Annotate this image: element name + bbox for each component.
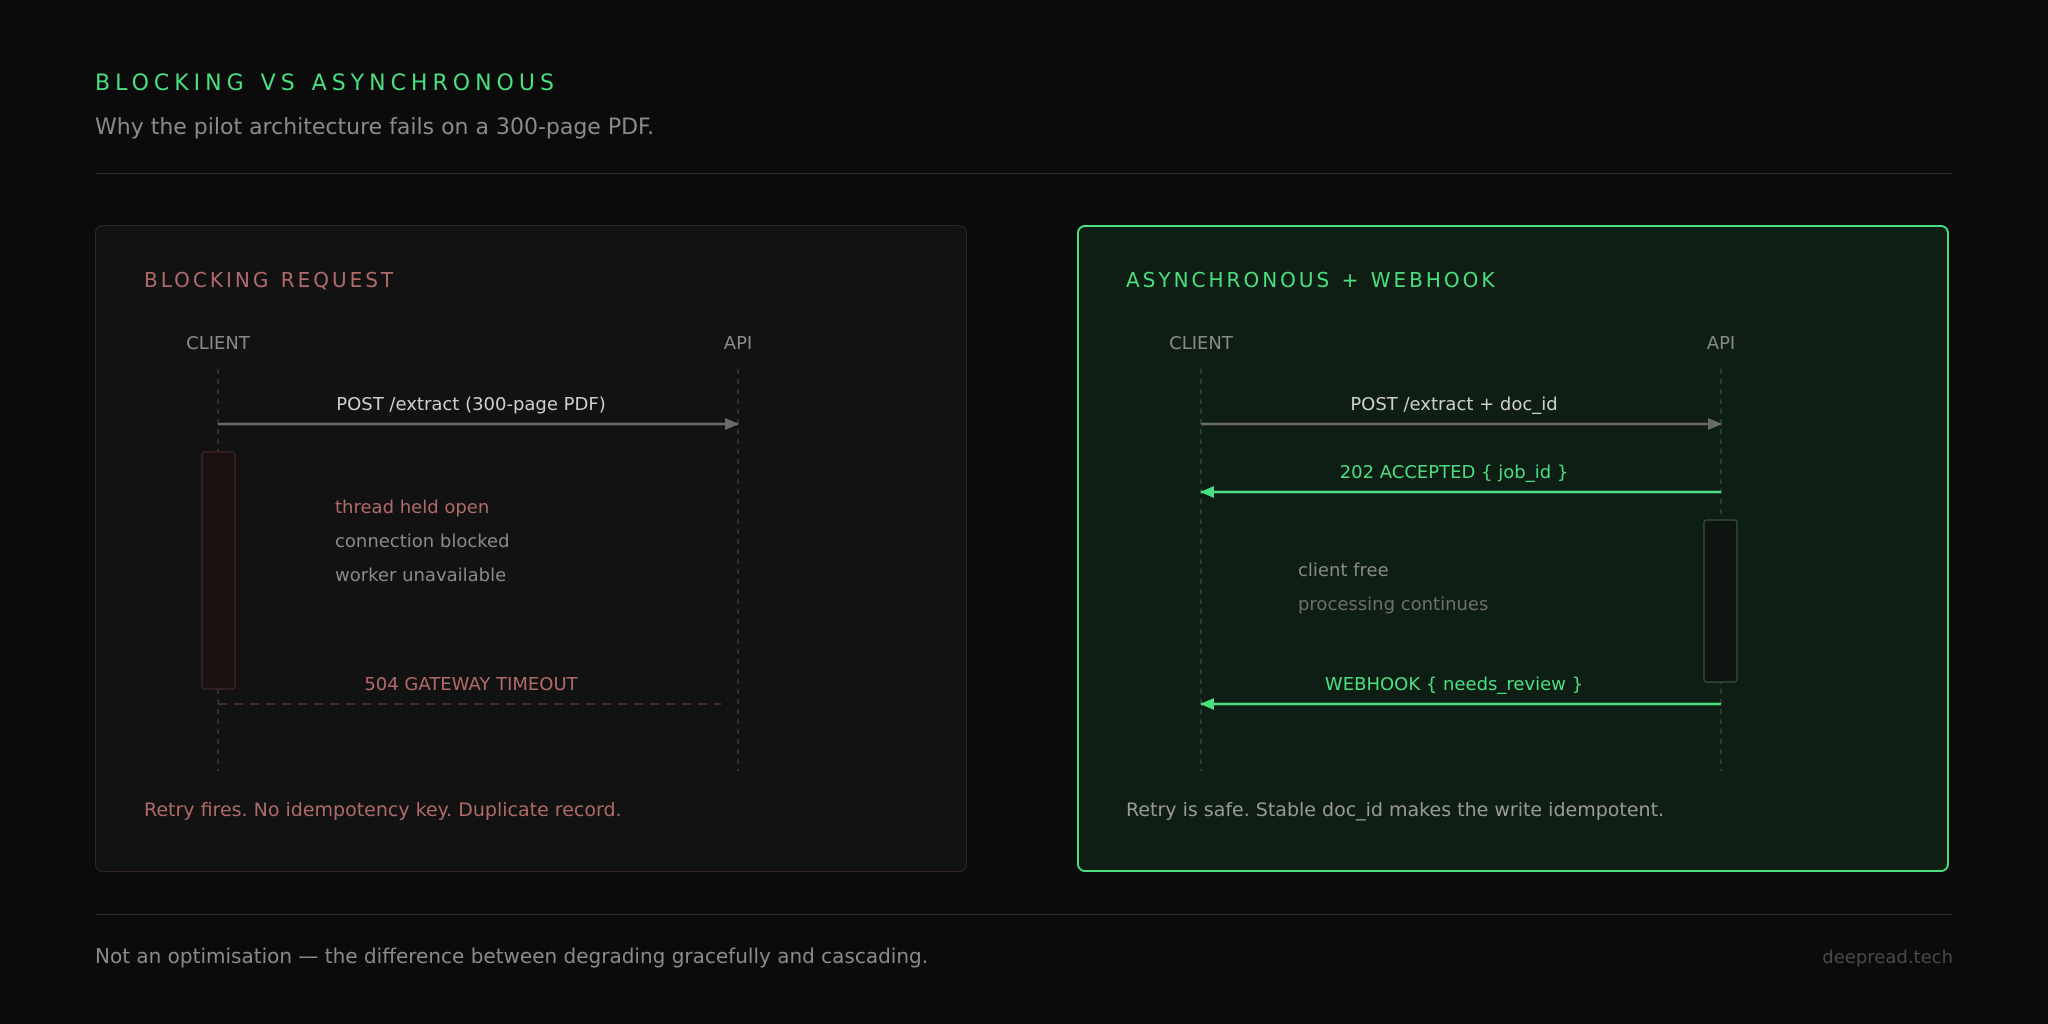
async-webhook-label: WEBHOOK { needs_review }	[1325, 674, 1583, 695]
diagram-canvas: BLOCKING VS ASYNCHRONOUS Why the pilot a…	[0, 0, 2048, 1024]
page-title: BLOCKING VS ASYNCHRONOUS	[95, 71, 559, 96]
page-subtitle: Why the pilot architecture fails on a 30…	[95, 115, 655, 140]
blocking-caption: Retry fires. No idempotency key. Duplica…	[144, 799, 622, 821]
blocking-api-label: API	[724, 333, 752, 354]
async-request-label: POST /extract + doc_id	[1350, 394, 1557, 415]
async-api-activation	[1703, 519, 1738, 683]
async-caption: Retry is safe. Stable doc_id makes the w…	[1126, 799, 1664, 821]
blocking-note-thread-held: thread held open	[335, 497, 489, 518]
blocking-request-label: POST /extract (300-page PDF)	[336, 394, 605, 415]
blocking-sequence-diagram: CLIENT API POST /extract (300-page PDF) …	[144, 333, 752, 821]
blocking-client-label: CLIENT	[186, 333, 251, 354]
blocking-client-activation	[201, 451, 236, 690]
async-panel: ASYNCHRONOUS + WEBHOOK CLIENT API POST /…	[1077, 225, 1949, 872]
async-api-label: API	[1707, 333, 1735, 354]
brand-link[interactable]: deepread.tech	[1822, 947, 1953, 968]
async-client-label: CLIENT	[1169, 333, 1234, 354]
blocking-note-connection-blocked: connection blocked	[335, 531, 510, 552]
blocking-note-worker-unavailable: worker unavailable	[335, 565, 506, 586]
async-sequence-diagram: CLIENT API POST /extract + doc_id 202 AC…	[1126, 333, 1738, 821]
async-accepted-label: 202 ACCEPTED { job_id }	[1340, 462, 1569, 483]
header-divider	[95, 173, 1953, 174]
blocking-panel: BLOCKING REQUEST CLIENT API POST /extrac…	[95, 225, 967, 872]
async-note-processing: processing continues	[1298, 594, 1488, 615]
footer-note: Not an optimisation — the difference bet…	[95, 944, 929, 968]
blocking-timeout-label: 504 GATEWAY TIMEOUT	[364, 674, 578, 695]
async-note-client-free: client free	[1298, 560, 1389, 581]
footer-divider	[95, 914, 1953, 915]
